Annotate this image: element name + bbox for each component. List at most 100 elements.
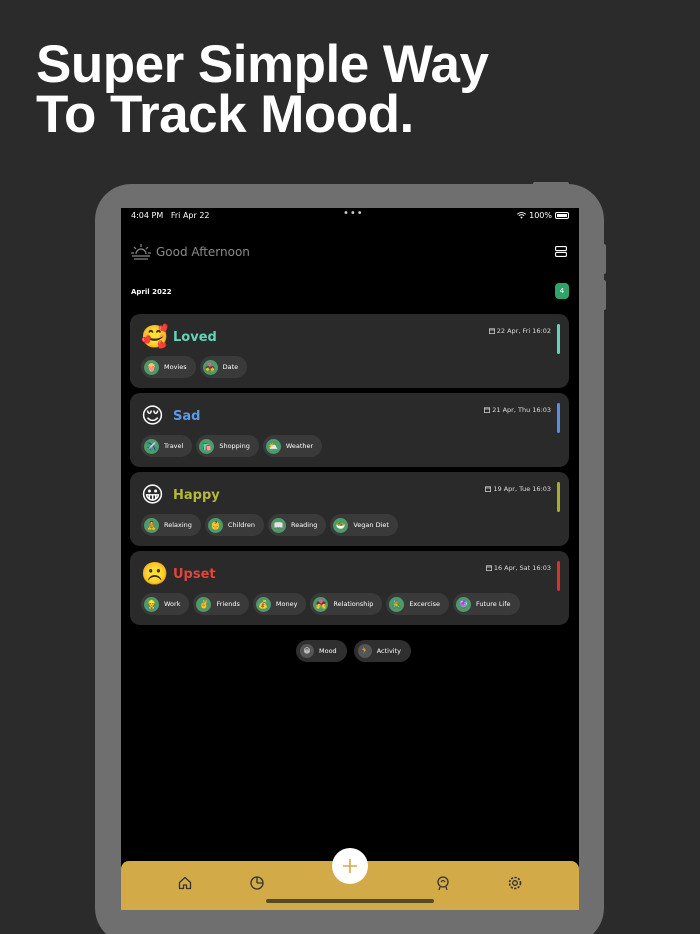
activity-label: Children [227, 521, 255, 529]
weather-icon: ⛅ [265, 438, 281, 454]
date-icon: 💑 [202, 359, 218, 375]
mood-emoji: 😀 [141, 483, 164, 508]
mood-color-bar [557, 324, 560, 354]
home-indicator [266, 899, 434, 903]
month-label: April 2022 [131, 288, 172, 296]
vegan-diet-icon: 🥗 [333, 517, 349, 533]
travel-icon: ✈️ [144, 438, 159, 454]
plus-icon [343, 859, 357, 873]
activity-chip[interactable]: ✈️ Travel [141, 435, 193, 457]
activity-chip[interactable]: 📖 Reading [267, 514, 327, 536]
shopping-icon: 🛍️ [199, 438, 215, 454]
layout-toggle-icon[interactable] [555, 246, 567, 257]
activity-chip[interactable]: 🚴 Excercise [386, 593, 450, 615]
relaxing-icon: 🧘 [144, 517, 159, 533]
future-life-icon: 🔮 [456, 596, 472, 612]
activity-chip[interactable]: 💰 Money [252, 593, 307, 615]
mood-title: Upset [173, 567, 216, 582]
calendar-icon [484, 407, 491, 413]
status-date: Fri Apr 22 [170, 211, 210, 220]
headline-line-2: To Track Mood. [36, 85, 414, 144]
activity-chip[interactable]: 🔮 Future Life [453, 593, 520, 615]
headline-line-1: Super Simple Way [36, 35, 489, 94]
activity-chip[interactable]: 🧘 Relaxing [141, 514, 201, 536]
home-icon[interactable] [177, 875, 193, 891]
activity-label: Vegan Diet [353, 521, 389, 529]
activity-chips: 👷 Work ✌️ Friends 💰 Money 💏 Relationship 🚴 Ex… [141, 593, 520, 615]
activity-label: Excercise [409, 600, 441, 608]
friends-icon: ✌️ [196, 596, 212, 612]
activity-label: Date [222, 363, 239, 371]
activity-chips: 🧘 Relaxing 👶 Children 📖 Reading 🥗 Vegan Diet [141, 514, 398, 536]
entry-card[interactable]: 🥰 Loved 22 Apr, Fri 16:02 🍿 Movies 💑 Date [130, 314, 569, 388]
entry-date: 22 Apr, Fri 16:02 [496, 327, 551, 335]
relationship-icon: 💏 [313, 596, 329, 612]
volume-up-button [602, 244, 606, 274]
multitask-dots[interactable]: ••• [343, 208, 364, 219]
entry-date: 19 Apr, Tue 16:03 [493, 485, 551, 493]
mood-color-bar [557, 403, 560, 433]
activity-chip[interactable]: 💑 Date [199, 356, 248, 378]
activity-chip[interactable]: 👶 Children [204, 514, 264, 536]
activity-label: Relaxing [164, 521, 192, 529]
entry-card[interactable]: 😀 Happy 19 Apr, Tue 16:03 🧘 Relaxing 👶 Chi… [130, 472, 569, 546]
calendar-icon [485, 565, 492, 571]
activity-label: Reading [290, 521, 318, 529]
battery-icon [555, 212, 569, 219]
filter-activity-button[interactable]: 🏃 Activity [353, 640, 412, 662]
activity-chip[interactable]: ⛅ Weather [262, 435, 323, 457]
activity-label: Future Life [476, 600, 511, 608]
wifi-icon [517, 212, 527, 219]
activity-label: Weather [285, 442, 314, 450]
work-icon: 👷 [144, 596, 159, 612]
battery-percent: 100% [529, 211, 552, 220]
mood-title: Happy [173, 488, 220, 503]
mood-color-bar [557, 482, 560, 512]
exercise-icon: 🚴 [389, 596, 405, 612]
activity-label: Relationship [333, 600, 374, 608]
activity-label: Friends [216, 600, 240, 608]
activity-chip[interactable]: 🍿 Movies [141, 356, 196, 378]
chart-icon[interactable] [249, 875, 265, 891]
entry-count-badge: 4 [555, 283, 569, 299]
activity-label: Shopping [219, 442, 250, 450]
activity-label: Money [275, 600, 298, 608]
filter-label: Mood [319, 647, 337, 655]
filter-mood-button[interactable]: 😀 Mood [296, 640, 347, 662]
gear-icon[interactable] [507, 875, 523, 891]
entry-card[interactable]: 😌 Sad 21 Apr, Thu 16:03 ✈️ Travel 🛍️ Shopp… [130, 393, 569, 467]
filter-chips: 😀 Mood 🏃 Activity [296, 640, 412, 662]
children-icon: 👶 [207, 517, 223, 533]
activity-chip[interactable]: 👷 Work [141, 593, 190, 615]
mood-color-bar [557, 561, 560, 591]
entry-date: 21 Apr, Thu 16:03 [492, 406, 551, 414]
sunset-icon [131, 244, 151, 260]
mood-emoji: 😌 [141, 404, 164, 429]
calendar-icon [485, 486, 492, 492]
headline: Super Simple Way To Track Mood. [36, 35, 489, 144]
status-time: 4:04 PM [131, 211, 164, 220]
brain-icon[interactable] [435, 875, 451, 891]
mood-emoji: 🥰 [141, 325, 169, 350]
money-icon: 💰 [255, 596, 271, 612]
activity-chip[interactable]: 🛍️ Shopping [196, 435, 259, 457]
mood-title: Loved [173, 330, 217, 345]
activity-chip[interactable]: 💏 Relationship [310, 593, 383, 615]
greeting-row: Good Afternoon [131, 243, 250, 261]
add-entry-button[interactable] [332, 848, 368, 884]
reading-icon: 📖 [270, 517, 286, 533]
mood-icon: 😀 [300, 644, 314, 658]
greeting-text: Good Afternoon [156, 245, 250, 259]
filter-label: Activity [376, 647, 402, 655]
activity-chip[interactable]: ✌️ Friends [193, 593, 249, 615]
status-bar: 4:04 PM Fri Apr 22 ••• 100% [121, 208, 579, 224]
entry-card[interactable]: ☹️ Upset 16 Apr, Sat 16:03 👷 Work ✌️ Frien… [130, 551, 569, 625]
mood-emoji: ☹️ [141, 562, 169, 587]
entry-date: 16 Apr, Sat 16:03 [493, 564, 551, 572]
activity-chip[interactable]: 🥗 Vegan Diet [330, 514, 398, 536]
activity-label: Movies [164, 363, 187, 371]
calendar-icon [488, 328, 495, 334]
activity-chips: 🍿 Movies 💑 Date [141, 356, 248, 378]
activity-label: Work [164, 600, 181, 608]
mood-title: Sad [173, 409, 201, 424]
